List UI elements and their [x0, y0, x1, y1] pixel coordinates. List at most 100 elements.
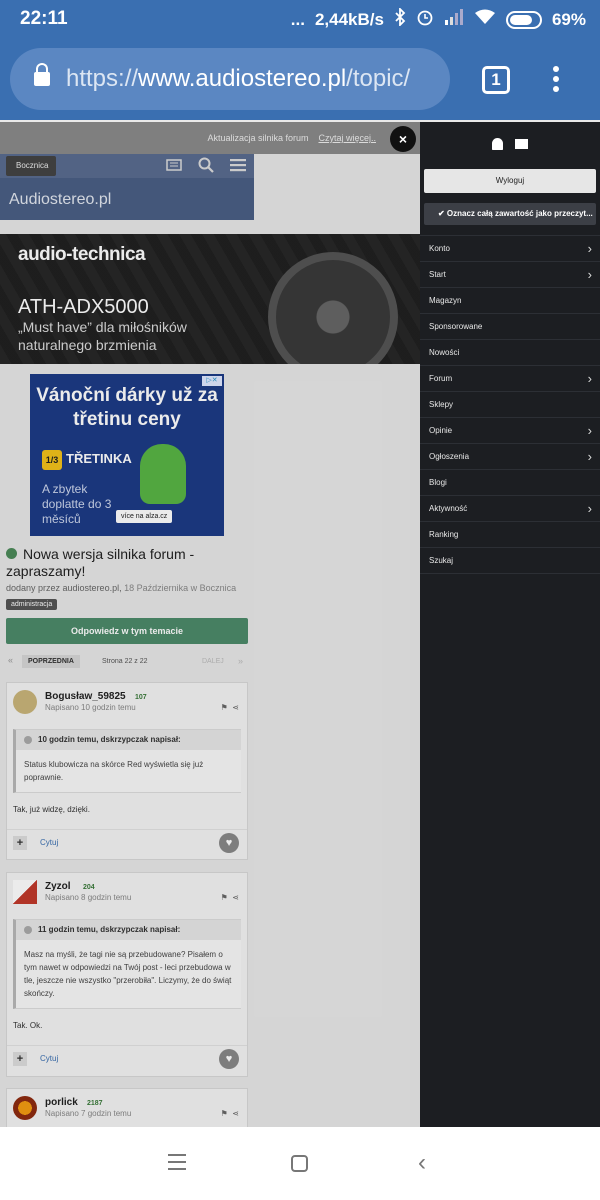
chevron-right-icon: › — [587, 371, 592, 386]
report-flag-icon[interactable]: ⚑ — [221, 893, 228, 902]
android-nav-bar: ‹ — [0, 1127, 600, 1200]
post: Zyzol 204 Napisano 8 godzin temu ⚑ ⋖ 11 … — [6, 872, 248, 1077]
side-menu-item[interactable]: Sponsorowane — [420, 314, 600, 340]
side-menu-item[interactable]: Ranking — [420, 522, 600, 548]
audio-technica-banner[interactable]: audio-technica ATH-ADX5000 „Must have” d… — [0, 234, 420, 364]
banner-brand: audio-technica — [18, 244, 146, 265]
post-date[interactable]: Napisano 8 godzin temu — [45, 893, 131, 902]
side-menu-item[interactable]: Sklepy — [420, 392, 600, 418]
quote-body: Masz na myśli, że tagi nie są przebudowa… — [24, 950, 232, 998]
post-date[interactable]: Napisano 7 godzin temu — [45, 1109, 131, 1118]
next-page-button[interactable]: DALEJ — [202, 658, 224, 665]
side-menu-item-label: Szukaj — [429, 556, 454, 565]
side-menu-item-label: Magazyn — [429, 296, 462, 305]
post-author[interactable]: Bogusław_59825 — [45, 691, 126, 702]
side-menu-item[interactable]: Konto › — [420, 236, 600, 262]
ad-text: A zbytek doplatte do 3 měsíců — [42, 482, 112, 526]
chevron-right-icon: › — [587, 241, 592, 256]
side-menu-item[interactable]: Blogi — [420, 470, 600, 496]
heart-icon[interactable]: ♥ — [219, 833, 239, 853]
quote-button[interactable]: Cytuj — [40, 1054, 58, 1063]
envelope-icon[interactable] — [515, 139, 528, 149]
post-author[interactable]: Zyzol — [45, 881, 71, 892]
side-menu-item-label: Forum — [429, 374, 453, 383]
report-flag-icon[interactable]: ⚑ — [221, 1109, 228, 1118]
clock: 22:11 — [20, 8, 68, 29]
quote-button[interactable]: Cytuj — [40, 838, 58, 847]
site-title[interactable]: Audiostereo.pl — [9, 191, 111, 209]
topic-status-icon — [6, 548, 17, 559]
bell-icon[interactable] — [492, 138, 503, 150]
stream-icon[interactable] — [166, 157, 182, 173]
side-menu: Wyloguj ✔ Oznacz całą zawartość jako prz… — [420, 122, 600, 1127]
avatar[interactable] — [13, 1096, 37, 1120]
address-bar[interactable]: https://www.audiostereo.pl/topic/ — [10, 48, 450, 110]
side-menu-item[interactable]: Magazyn — [420, 288, 600, 314]
home-icon[interactable] — [291, 1155, 308, 1172]
avatar[interactable] — [13, 880, 37, 904]
ad-cta[interactable]: více na alza.cz — [116, 510, 173, 523]
avatar[interactable] — [13, 690, 37, 714]
post-footer: + Cytuj ♥ — [7, 829, 247, 855]
post-author[interactable]: porlick — [45, 1097, 78, 1108]
ad-brand: 1/3 TŘETINKA — [42, 450, 132, 470]
post-actions: ⚑ ⋖ — [221, 893, 239, 902]
reputation-badge: 107 — [135, 694, 147, 701]
web-page: Aktualizacja silnika forum Czytaj więcej… — [0, 122, 420, 1127]
advertisement[interactable]: ▷✕ Vánoční dárky už za třetinu ceny 1/3 T… — [30, 374, 224, 536]
reputation-badge: 204 — [83, 884, 95, 891]
multiquote-button[interactable]: + — [13, 836, 27, 850]
tab-switcher-button[interactable]: 1 — [482, 66, 510, 94]
report-flag-icon[interactable]: ⚑ — [221, 703, 228, 712]
browser-menu-button[interactable] — [553, 66, 559, 96]
banner-subtitle: „Must have” dla miłośników naturalnego b… — [18, 319, 187, 353]
post: Bogusław_59825 107 Napisano 10 godzin te… — [6, 682, 248, 860]
lock-icon — [34, 63, 50, 86]
first-page-button[interactable]: « — [8, 655, 13, 665]
read-more-link[interactable]: Czytaj więcej.. — [318, 133, 376, 143]
page-indicator[interactable]: Strona 22 z 22 — [102, 658, 148, 665]
status-icons: ... 2,44kB/s 69% — [291, 6, 586, 31]
user-actions — [420, 122, 600, 166]
side-menu-item[interactable]: Aktywność › — [420, 496, 600, 522]
logout-button[interactable]: Wyloguj — [424, 169, 596, 193]
side-menu-item[interactable]: Ogłoszenia › — [420, 444, 600, 470]
side-menu-item-label: Blogi — [429, 478, 447, 487]
mark-all-read-button[interactable]: ✔ Oznacz całą zawartość jako przeczyt... — [424, 203, 596, 225]
post-date[interactable]: Napisano 10 godzin temu — [45, 703, 136, 712]
post-actions: ⚑ ⋖ — [221, 703, 239, 712]
site-header: Bocznica Audiostereo.pl — [0, 154, 254, 220]
side-menu-item[interactable]: Start › — [420, 262, 600, 288]
topic-tag[interactable]: administracja — [6, 599, 58, 610]
quote-header: 10 godzin temu, dskrzypczak napisał: — [16, 730, 241, 750]
side-menu-item[interactable]: Szukaj — [420, 548, 600, 574]
last-page-button[interactable]: » — [238, 656, 243, 666]
heart-icon[interactable]: ♥ — [219, 1049, 239, 1069]
side-menu-item[interactable]: Nowości — [420, 340, 600, 366]
status-bar: 22:11 ... 2,44kB/s 69% — [0, 0, 600, 40]
url-text[interactable]: https://www.audiostereo.pl/topic/ — [66, 65, 410, 93]
topic-meta: dodany przez audiostereo.pl, 18 Paździer… — [6, 583, 237, 593]
wifi-icon — [474, 9, 496, 30]
reply-button[interactable]: Odpowiedz w tym temacie — [6, 618, 248, 644]
hamburger-icon[interactable] — [230, 157, 246, 173]
share-icon[interactable]: ⋖ — [232, 1109, 239, 1118]
side-menu-item-label: Opinie — [429, 426, 453, 435]
announcement-text: Aktualizacja silnika forum — [207, 133, 309, 143]
close-menu-button[interactable]: × — [390, 126, 416, 152]
side-menu-item[interactable]: Forum › — [420, 366, 600, 392]
ad-headline: Vánoční dárky už za třetinu ceny — [36, 385, 218, 430]
share-icon[interactable]: ⋖ — [232, 703, 239, 712]
battery-percent: 69% — [551, 9, 586, 29]
breadcrumb[interactable]: Bocznica — [6, 156, 57, 176]
share-icon[interactable]: ⋖ — [232, 893, 239, 902]
search-icon[interactable] — [198, 157, 214, 173]
post: porlick 2187 Napisano 7 godzin temu ⚑ ⋖ — [6, 1088, 248, 1127]
multiquote-button[interactable]: + — [13, 1052, 27, 1066]
back-icon[interactable]: ‹ — [418, 1149, 426, 1177]
side-menu-item[interactable]: Opinie › — [420, 418, 600, 444]
recent-apps-icon[interactable] — [168, 1154, 186, 1175]
side-menu-item-label: Ogłoszenia — [429, 452, 470, 461]
signal-icon — [444, 9, 464, 30]
prev-page-button[interactable]: POPRZEDNIA — [22, 655, 80, 668]
